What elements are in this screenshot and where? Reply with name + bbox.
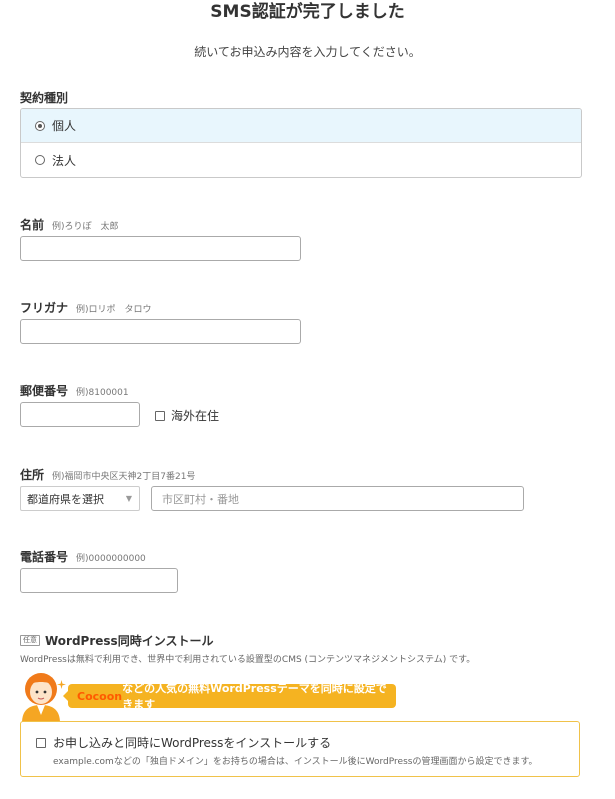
sparkle-icon [57,680,66,689]
city-input[interactable]: 市区町村・番地 [151,486,524,511]
phone-example: 例)0000000000 [76,554,146,564]
postal-code-label: 郵便番号 例)8100001 [20,384,129,398]
cocoon-highlight: Cocoon [77,689,123,703]
wordpress-install-box: お申し込みと同時にWordPressをインストールする example.comな… [20,721,580,777]
name-input[interactable] [20,236,301,261]
contract-type-label: 契約種別 [20,91,69,105]
page-title: SMS認証が完了しました [210,2,405,22]
phone-input[interactable] [20,568,178,593]
overseas-label: 海外在住 [171,409,220,423]
chevron-down-icon: ▼ [125,494,132,503]
optional-badge: 任意 [20,635,40,646]
radio-option-individual[interactable]: 個人 [21,109,581,143]
wordpress-install-label: お申し込みと同時にWordPressをインストールする [53,736,332,750]
radio-option-label: 法人 [52,153,77,168]
wordpress-heading: WordPress同時インストール [45,634,214,648]
wordpress-description: WordPressは無料で利用でき、世界中で利用されている設置型のCMS (コン… [20,655,476,665]
name-example: 例)ろりぽ 太郎 [52,222,119,232]
furigana-example: 例)ロリポ タロウ [76,305,152,315]
furigana-input[interactable] [20,319,301,344]
radio-option-label: 個人 [52,119,77,133]
prefecture-select-value: 都道府県を選択 [27,492,104,506]
furigana-label: フリガナ 例)ロリポ タロウ [20,301,152,315]
wordpress-install-checkbox[interactable]: お申し込みと同時にWordPressをインストールする [36,734,331,751]
address-example: 例)福岡市中央区天神2丁目7番21号 [52,472,196,482]
page-subtitle: 続いてお申込み内容を入力してください。 [194,45,421,59]
checkbox-icon[interactable] [36,737,46,748]
radio-unselected-icon[interactable] [35,155,45,165]
address-label: 住所 例)福岡市中央区天神2丁目7番21号 [20,468,196,482]
checkbox-icon[interactable] [155,410,165,421]
name-label: 名前 例)ろりぽ 太郎 [20,218,119,232]
prefecture-select[interactable]: 都道府県を選択 ▼ [20,486,140,511]
radio-selected-icon[interactable] [35,120,45,131]
radio-option-corporate[interactable]: 法人 [21,143,581,177]
phone-label: 電話番号 例)0000000000 [20,550,146,564]
overseas-checkbox[interactable]: 海外在住 [155,407,219,424]
contract-type-radio-group: 個人 法人 [20,108,582,178]
postal-code-example: 例)8100001 [76,388,129,398]
postal-code-input[interactable] [20,402,140,427]
mascot-avatar-icon [22,673,60,723]
wordpress-install-note: example.comなどの「独自ドメイン」をお持ちの場合は、インストール後にW… [53,757,538,767]
wordpress-heading-row: 任意 WordPress同時インストール [20,632,213,649]
banner-text: などの人気の無料WordPressテーマを同時に設定できます [122,682,387,711]
cocoon-banner: Cocoon などの人気の無料WordPressテーマを同時に設定できます [68,682,396,711]
